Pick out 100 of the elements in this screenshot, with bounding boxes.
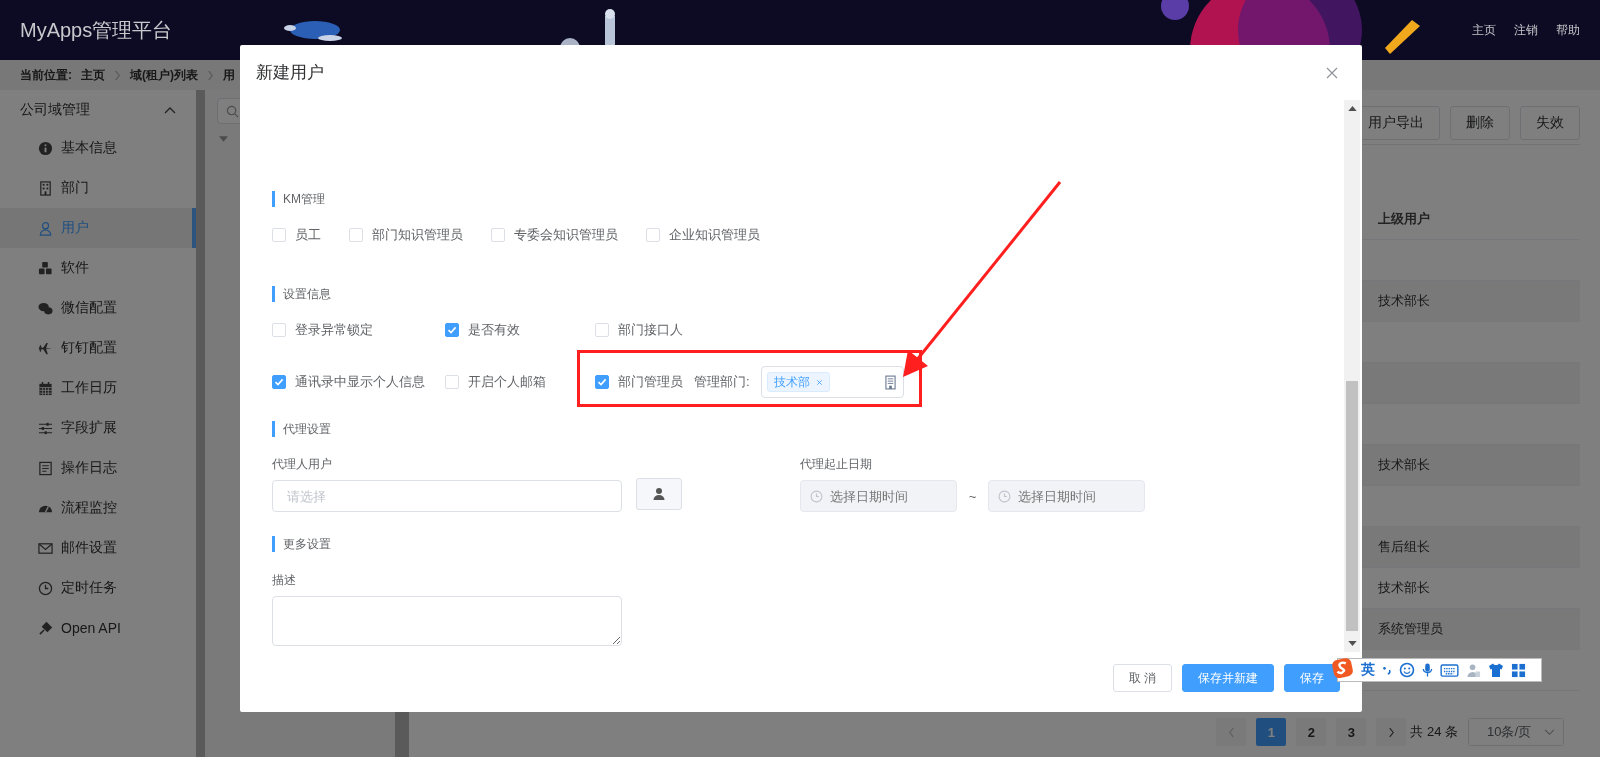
info-icon — [38, 140, 53, 156]
checkbox-label[interactable]: 开启个人邮箱 — [468, 373, 546, 391]
field-label: 代理人用户 — [272, 456, 333, 472]
sidebar-item[interactable]: 基本信息 — [0, 128, 196, 168]
table-cell-text: 技术部长 — [1377, 579, 1430, 597]
breadcrumb-link[interactable]: 主页 — [81, 66, 105, 84]
department-select[interactable]: 技术部 — [760, 366, 904, 398]
sidebar-item[interactable]: 钉钉配置 — [0, 328, 196, 368]
next-page-button[interactable] — [1376, 718, 1407, 746]
field-label: 代理起止日期 — [800, 456, 873, 472]
toolbar-button[interactable]: 失效 — [1520, 106, 1580, 140]
page-button[interactable]: 3 — [1336, 718, 1367, 746]
grid-icon[interactable] — [1511, 662, 1526, 678]
nav-link[interactable]: 主页 — [1472, 21, 1496, 39]
save-button[interactable]: 保存并新建 — [1182, 664, 1274, 692]
section-heading: KM管理 — [272, 191, 325, 207]
cubes-icon — [38, 260, 53, 276]
search-icon — [226, 104, 239, 118]
document-icon — [38, 460, 53, 476]
chevron-down-icon — [1544, 728, 1555, 736]
sidebar-item[interactable]: 部门 — [0, 168, 196, 208]
chevron-left-icon — [1227, 726, 1235, 738]
page-size-select[interactable]: 10条/页 — [1468, 718, 1564, 746]
sidebar-item[interactable]: 微信配置 — [0, 288, 196, 328]
section-heading: 代理设置 — [272, 421, 331, 437]
sidebar-group-header[interactable]: 公司域管理 — [0, 92, 196, 128]
table-cell-text: 技术部长 — [1377, 456, 1430, 474]
chevron-right-icon — [1387, 726, 1395, 738]
chevron-right-icon — [207, 69, 214, 81]
sidebar-item[interactable]: 流程监控 — [0, 488, 196, 528]
agent-user-field[interactable]: 请选择 — [272, 480, 622, 512]
checkbox-label[interactable]: 部门管理员 — [618, 373, 683, 391]
sidebar-item[interactable]: 定时任务 — [0, 568, 196, 608]
caret-down-icon[interactable] — [1347, 641, 1357, 646]
user-icon — [38, 220, 53, 236]
scrollbar[interactable] — [1344, 100, 1360, 652]
user-icon — [652, 487, 666, 501]
nav-link[interactable]: 帮助 — [1556, 21, 1580, 39]
section-heading: 设置信息 — [272, 286, 331, 302]
table-cell-text: 售后组长 — [1377, 538, 1430, 556]
microphone-icon[interactable] — [1422, 662, 1433, 678]
breadcrumb-link[interactable]: 域(租户)列表 — [130, 66, 198, 84]
building-icon[interactable] — [884, 374, 896, 390]
app-title: MyApps管理平台 — [20, 17, 174, 43]
sliders-icon — [38, 420, 53, 436]
checkbox-label[interactable]: 登录异常锁定 — [295, 321, 373, 339]
sidebar-group-title: 公司域管理 — [20, 101, 90, 119]
cancel-button[interactable]: 取 消 — [1112, 664, 1172, 692]
page-button[interactable]: 2 — [1296, 718, 1327, 746]
sidebar-item[interactable]: 操作日志 — [0, 448, 196, 488]
column-header: 上级用户 — [1377, 210, 1430, 228]
breadcrumb-link[interactable]: 用 — [223, 66, 235, 84]
sidebar-item[interactable]: Open API — [0, 608, 196, 648]
close-icon[interactable] — [1326, 66, 1338, 79]
checkbox-label[interactable]: 是否有效 — [468, 321, 520, 339]
range-separator: ~ — [967, 488, 978, 504]
checkbox[interactable] — [595, 375, 609, 389]
checkbox-label[interactable]: 企业知识管理员 — [669, 226, 760, 244]
sidebar-item[interactable]: 工作日历 — [0, 368, 196, 408]
sidebar-item[interactable]: 字段扩展 — [0, 408, 196, 448]
total-count: 共 24 条 — [1410, 723, 1458, 741]
chat-bubbles-icon — [38, 300, 53, 316]
ime-logo-icon[interactable] — [1332, 657, 1354, 679]
field-label: 管理部门: — [694, 373, 750, 391]
shirt-icon[interactable] — [1488, 662, 1504, 678]
building-icon — [38, 180, 53, 196]
checkbox-label[interactable]: 部门接口人 — [618, 321, 683, 339]
checkbox[interactable] — [272, 375, 286, 389]
clock-icon — [810, 490, 823, 503]
save-button[interactable]: 保存 — [1284, 664, 1340, 692]
table-cell-text: 技术部长 — [1377, 292, 1430, 310]
checkbox-label[interactable]: 部门知识管理员 — [372, 226, 463, 244]
table-cell-text: 系统管理员 — [1377, 620, 1443, 638]
field-label: 描述 — [272, 572, 296, 588]
description-field[interactable] — [272, 596, 622, 646]
plane-icon — [38, 340, 53, 356]
nav-link[interactable]: 注销 — [1514, 21, 1538, 39]
input-mode-indicator[interactable]: 英 — [1361, 661, 1375, 679]
checkbox-label[interactable]: 员工 — [295, 226, 321, 244]
envelope-icon — [38, 540, 53, 556]
user-icon[interactable] — [1466, 662, 1481, 678]
checkbox-label[interactable]: 专委会知识管理员 — [514, 226, 618, 244]
breadcrumb-label: 当前位置: — [20, 66, 72, 84]
chevron-right-icon — [114, 69, 121, 81]
clock-icon — [38, 580, 53, 596]
checkbox[interactable] — [445, 323, 459, 337]
department-tag[interactable]: 技术部 — [766, 372, 830, 392]
tag-close-icon[interactable] — [815, 378, 823, 386]
select-user-button[interactable] — [636, 478, 682, 510]
caret-up-icon[interactable] — [1347, 106, 1357, 111]
sidebar-item[interactable]: 邮件设置 — [0, 528, 196, 568]
clock-icon — [998, 490, 1011, 503]
keyboard-icon[interactable] — [1440, 663, 1459, 677]
section-heading: 更多设置 — [272, 536, 331, 552]
checkbox-label[interactable]: 通讯录中显示个人信息 — [295, 373, 425, 391]
dialog-title: 新建用户 — [256, 62, 324, 84]
smiley-icon[interactable] — [1399, 662, 1415, 678]
sidebar-item[interactable]: 软件 — [0, 248, 196, 288]
calendar-icon — [38, 380, 53, 396]
toolbar-button[interactable]: 删除 — [1450, 106, 1510, 140]
